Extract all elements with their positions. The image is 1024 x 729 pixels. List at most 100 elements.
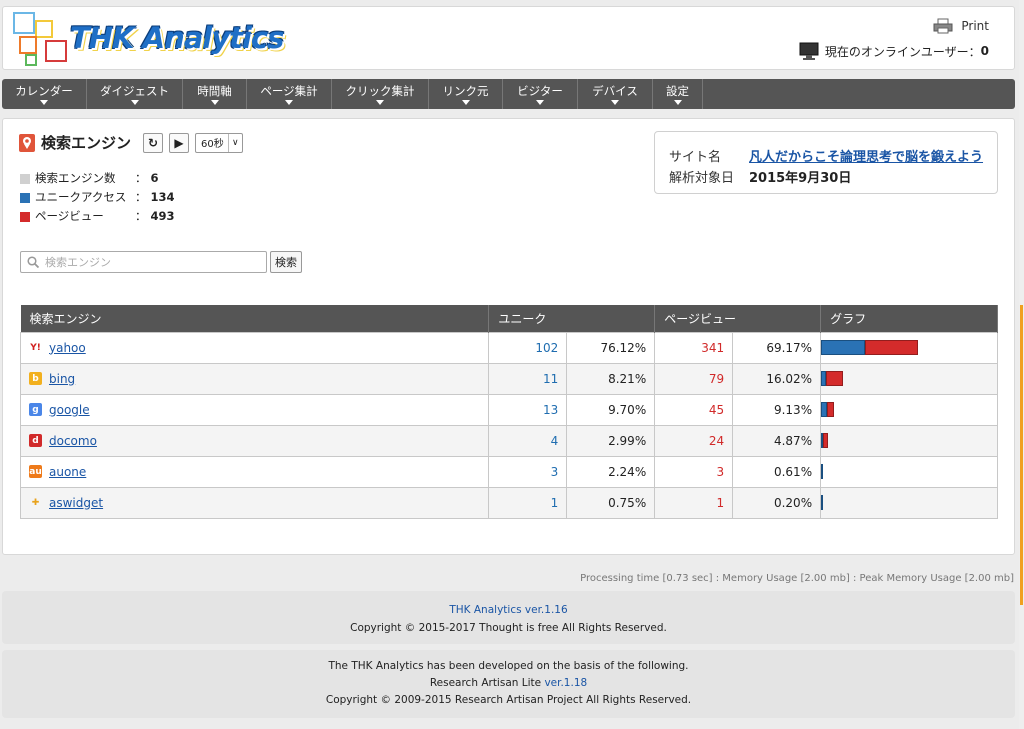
engine-label: b bing bbox=[29, 372, 480, 386]
monitor-icon bbox=[799, 42, 819, 60]
pageview-bar bbox=[865, 340, 919, 355]
nav-referrer[interactable]: リンク元 bbox=[429, 79, 503, 109]
stat-unique: ユニークアクセス： 134 bbox=[20, 188, 175, 207]
product-name: THK Analytics bbox=[449, 604, 525, 616]
site-name-link[interactable]: 凡人だからこそ論理思考で脳を鍛えよう bbox=[749, 146, 983, 165]
table-row: Y! yahoo 102 76.12% 341 69.17% bbox=[19, 331, 998, 364]
engine-cell: Y! yahoo bbox=[19, 331, 490, 364]
online-count: 0 bbox=[980, 44, 989, 58]
col-pageview[interactable]: ページビュー bbox=[654, 305, 822, 332]
google-icon: g bbox=[29, 403, 42, 416]
engine-link[interactable]: bing bbox=[49, 372, 75, 386]
bar-wrap bbox=[821, 433, 997, 448]
logo-squares-icon bbox=[13, 12, 67, 66]
interval-value: 60秒 bbox=[201, 139, 224, 150]
product-version: ver.1.16 bbox=[524, 604, 568, 616]
stat-engines: 検索エンジン数： 6 bbox=[20, 169, 175, 188]
analysis-date-row: 解析対象日 2015年9月30日 bbox=[669, 166, 997, 187]
refresh-button[interactable]: ↻ bbox=[143, 132, 164, 153]
nav-settings[interactable]: 設定 bbox=[653, 79, 703, 109]
nav-visitor[interactable]: ビジター bbox=[503, 79, 578, 109]
engine-cell: g google bbox=[19, 393, 490, 426]
stat-value: 6 bbox=[150, 171, 159, 185]
engine-link[interactable]: yahoo bbox=[49, 341, 86, 355]
pageview-percent: 16.02% bbox=[732, 362, 822, 395]
stat-pageview: ページビュー： 493 bbox=[20, 207, 175, 226]
pageview-percent: 4.87% bbox=[732, 424, 822, 457]
unique-count: 11 bbox=[488, 362, 568, 395]
nav-calendar[interactable]: カレンダー bbox=[2, 79, 87, 109]
engine-link[interactable]: aswidget bbox=[49, 496, 103, 510]
summary-stats: 検索エンジン数： 6 ユニークアクセス： 134 ページビュー： 493 bbox=[20, 169, 175, 226]
copyright-1: Copyright © 2015-2017 Thought is free Al… bbox=[350, 622, 667, 634]
based-on-text: The THK Analytics has been developed on … bbox=[328, 660, 689, 672]
vertical-scrollbar[interactable] bbox=[1019, 0, 1024, 729]
unique-percent: 8.21% bbox=[566, 362, 656, 395]
unique-bar bbox=[821, 340, 866, 355]
page-title: 検索エンジン bbox=[41, 134, 132, 152]
bar-wrap bbox=[821, 402, 997, 417]
scrollbar-thumb[interactable] bbox=[1020, 305, 1023, 605]
search-placeholder: 検索エンジン bbox=[45, 256, 111, 269]
search-button[interactable]: 検索 bbox=[270, 251, 302, 273]
graph-cell bbox=[820, 424, 998, 457]
product-link[interactable]: THK Analytics ver.1.16 bbox=[449, 604, 567, 616]
bar-wrap bbox=[821, 495, 997, 510]
pageview-bar bbox=[826, 371, 844, 386]
pageview-percent: 69.17% bbox=[732, 331, 822, 364]
col-engine[interactable]: 検索エンジン bbox=[20, 305, 490, 332]
refresh-icon: ↻ bbox=[147, 135, 159, 150]
unique-count: 4 bbox=[488, 424, 568, 457]
print-button[interactable]: Print bbox=[933, 18, 989, 34]
main-panel: 検索エンジン ↻ ▶ 60秒 ∨ 検索エンジン数： 6 ユニークアクセス： 134 … bbox=[2, 118, 1015, 555]
graph-cell bbox=[820, 455, 998, 488]
search-icon bbox=[27, 256, 39, 268]
nav-timeline[interactable]: 時間軸 bbox=[183, 79, 247, 109]
nav-device[interactable]: デバイス bbox=[578, 79, 653, 109]
engine-link[interactable]: google bbox=[49, 403, 90, 417]
table-row: g google 13 9.70% 45 9.13% bbox=[19, 393, 998, 426]
thk-logo[interactable]: THK Analytics bbox=[12, 11, 284, 67]
aswidget-icon: ✚ bbox=[31, 497, 40, 508]
play-button[interactable]: ▶ bbox=[169, 132, 190, 153]
search-input[interactable]: 検索エンジン bbox=[20, 251, 267, 273]
unique-percent: 76.12% bbox=[566, 331, 656, 364]
engine-cell: d docomo bbox=[19, 424, 490, 457]
engine-cell: au auone bbox=[19, 455, 490, 488]
ra-name: Research Artisan Lite bbox=[429, 677, 545, 689]
unique-count: 3 bbox=[488, 455, 568, 488]
table-header-row: 検索エンジン ユニーク ページビュー グラフ bbox=[20, 305, 998, 332]
ra-line: Research Artisan Lite ver.1.18 bbox=[2, 675, 1015, 692]
pageview-percent: 0.20% bbox=[732, 486, 822, 519]
col-unique[interactable]: ユニーク bbox=[488, 305, 656, 332]
app-header: THK Analytics Print 現在のオンラインユーザー： 0 bbox=[2, 6, 1015, 70]
printer-icon bbox=[933, 18, 953, 34]
nav-digest[interactable]: ダイジェスト bbox=[87, 79, 183, 109]
main-nav: カレンダー ダイジェスト 時間軸 ページ集計 クリック集計 リンク元 ビジター … bbox=[2, 79, 1015, 109]
online-label: 現在のオンラインユーザー： bbox=[824, 44, 981, 59]
bar-wrap bbox=[821, 464, 997, 479]
unique-bar bbox=[821, 464, 824, 479]
interval-select[interactable]: 60秒 ∨ bbox=[195, 132, 243, 153]
site-name-label: サイト名 bbox=[669, 150, 722, 165]
print-label: Print bbox=[961, 19, 989, 33]
nav-page-stats[interactable]: ページ集計 bbox=[247, 79, 332, 109]
unique-percent: 0.75% bbox=[566, 486, 656, 519]
nav-click-stats[interactable]: クリック集計 bbox=[332, 79, 429, 109]
table-row: b bing 11 8.21% 79 16.02% bbox=[19, 362, 998, 395]
analysis-date-value: 2015年9月30日 bbox=[749, 171, 852, 186]
col-graph: グラフ bbox=[820, 305, 998, 332]
engine-link[interactable]: docomo bbox=[49, 434, 97, 448]
engine-link[interactable]: auone bbox=[49, 465, 86, 479]
ra-version-link[interactable]: ver.1.18 bbox=[544, 677, 587, 689]
docomo-icon: d bbox=[29, 434, 42, 447]
bing-icon: b bbox=[29, 372, 42, 385]
graph-cell bbox=[820, 486, 998, 519]
footer-product: THK Analytics ver.1.16 Copyright © 2015-… bbox=[2, 591, 1015, 644]
map-pin-icon bbox=[19, 133, 35, 152]
online-users: 現在のオンラインユーザー： 0 bbox=[799, 42, 989, 60]
engine-label: ✚ aswidget bbox=[29, 496, 480, 510]
pageview-count: 24 bbox=[654, 424, 734, 457]
yahoo-icon: Y! bbox=[30, 342, 41, 353]
pageview-count: 3 bbox=[654, 455, 734, 488]
